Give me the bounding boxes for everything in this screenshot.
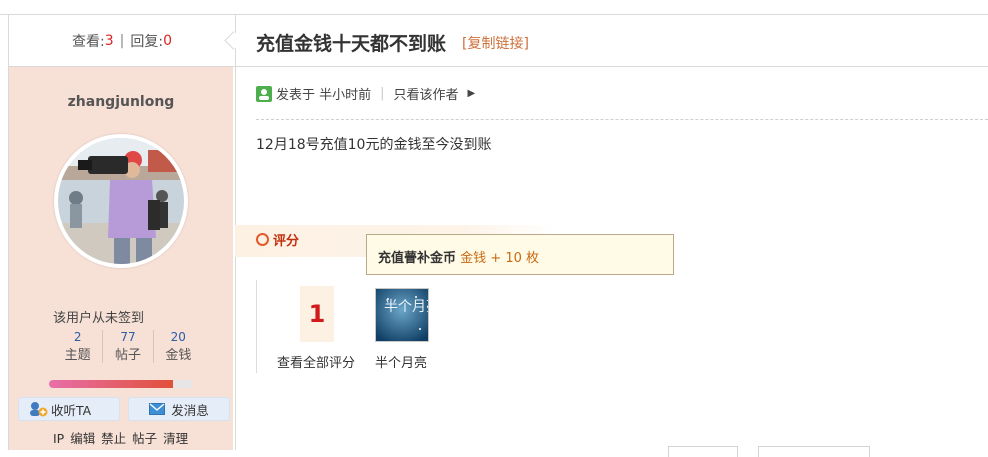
replies-count: 0 xyxy=(163,32,172,49)
post-time: 发表于 半小时前 xyxy=(276,88,372,103)
only-author-link[interactable]: 只看该作者 xyxy=(394,84,459,103)
replies-label: 回复: xyxy=(130,33,164,50)
views-label: 查看: xyxy=(72,33,105,50)
admin-links[interactable]: IP 编辑 禁止 帖子 清理 xyxy=(53,428,188,447)
stat-money-value: 20 xyxy=(170,330,186,344)
stat-money-label: 金钱 xyxy=(165,348,192,363)
stats-separator: | xyxy=(119,32,125,49)
view-all-ratings-link[interactable]: 查看全部评分 xyxy=(277,352,355,371)
rating-header-label: 评分 xyxy=(273,234,300,249)
envelope-icon xyxy=(149,403,166,415)
stat-topics-value: 2 xyxy=(73,330,82,344)
views-count: 3 xyxy=(104,32,114,49)
follow-button[interactable]: 收听TA xyxy=(18,397,120,421)
rater-avatar-text: 半个月亮 xyxy=(384,298,428,315)
meta-divider: | xyxy=(380,86,385,101)
author-username[interactable]: zhangjunlong xyxy=(9,94,233,110)
rating-left-border xyxy=(256,280,257,373)
tooltip-reward: 金钱 + 10 枚 xyxy=(460,251,539,266)
level-progress-fill xyxy=(49,380,173,388)
avatar[interactable] xyxy=(58,138,184,264)
rater-avatar[interactable]: 半个月亮 xyxy=(375,288,440,342)
send-message-button[interactable]: 发消息 xyxy=(128,397,230,421)
stat-money[interactable]: 20 金钱 xyxy=(154,330,203,363)
post-meta: 发表于 半小时前 | 只看该作者 ▶ xyxy=(256,84,475,103)
bottom-button-reply[interactable] xyxy=(668,446,738,457)
stat-topics-label: 主题 xyxy=(64,348,91,363)
circle-icon xyxy=(256,233,269,246)
thread-stats: 查看: 3 | 回复: 0 xyxy=(8,15,235,66)
rating-count[interactable]: 1 xyxy=(300,286,334,342)
rating-header: 评分 xyxy=(256,230,299,249)
copy-link-button[interactable]: [复制链接] xyxy=(462,33,529,53)
stat-posts-label: 帖子 xyxy=(114,348,141,363)
bottom-button-more[interactable] xyxy=(758,446,870,457)
tooltip-reason: 充值瞢补金币 xyxy=(378,251,457,266)
post-divider xyxy=(256,119,988,120)
triangle-right-icon: ▶ xyxy=(467,88,476,99)
user-online-icon xyxy=(256,85,272,102)
author-avatar-frame xyxy=(54,134,188,268)
rating-tooltip: 充值瞢补金币 金钱 + 10 枚 xyxy=(366,234,674,275)
stat-topics[interactable]: 2 主题 xyxy=(53,330,104,363)
stat-posts-value: 77 xyxy=(120,330,136,344)
signin-status: 该用户从未签到 xyxy=(53,311,145,326)
rater-name[interactable]: 半个月亮 xyxy=(375,352,427,371)
level-progress-bar xyxy=(49,380,193,388)
send-message-label: 发消息 xyxy=(171,402,209,418)
post-content: 12月18号充值10元的金钱至今没到账 xyxy=(256,137,492,153)
follow-label: 收听TA xyxy=(51,402,92,418)
follow-icon xyxy=(30,402,48,417)
stat-posts[interactable]: 77 帖子 xyxy=(103,330,154,363)
author-stats: 2 主题 77 帖子 20 金钱 xyxy=(53,330,203,363)
author-profile: zhangjunlong 该用户从未签到 2 主题 77 帖子 20 金钱 收听… xyxy=(9,67,233,450)
thread-title: 充值金钱十天都不到账 xyxy=(256,33,447,55)
